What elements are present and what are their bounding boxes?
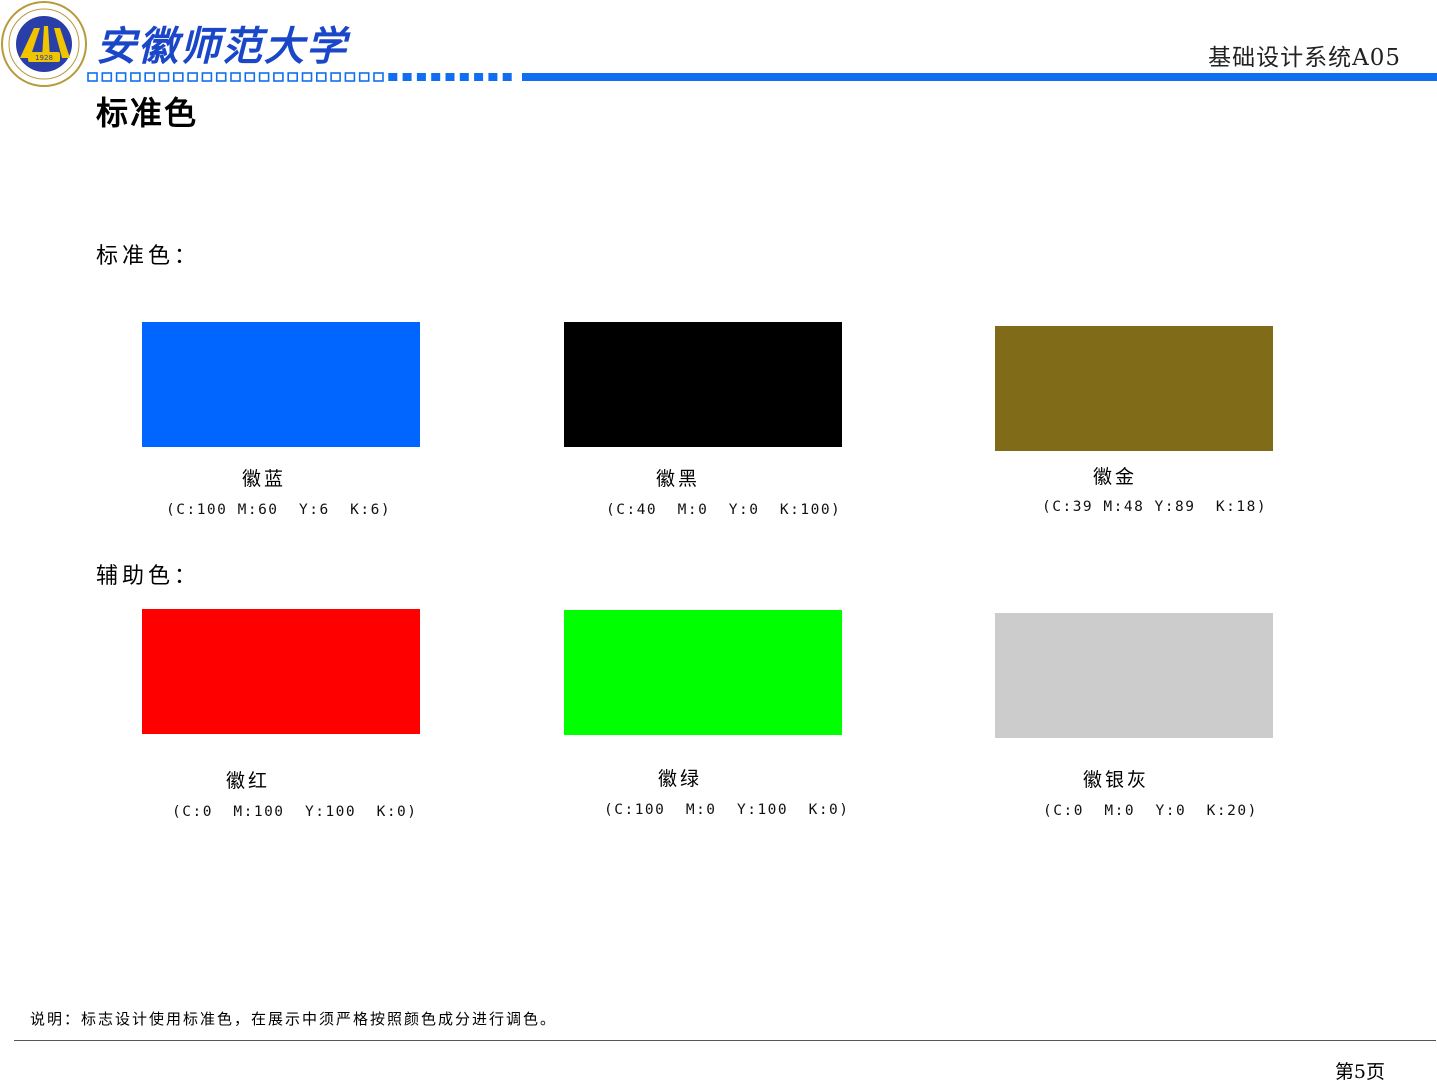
university-name: 安徽师范大学	[96, 23, 348, 70]
band-square	[258, 72, 270, 82]
swatch-hui-green	[564, 610, 842, 735]
band-square	[201, 72, 213, 82]
footer-divider	[14, 1040, 1436, 1041]
band-square	[215, 72, 227, 82]
page-title: 标准色	[96, 94, 199, 132]
band-square	[301, 72, 313, 82]
cmyk-hui-silver-gray: (C:0 M:0 Y:0 K:20)	[1043, 803, 1258, 819]
band-square	[502, 73, 512, 81]
band-square	[488, 73, 498, 81]
band-square	[344, 72, 356, 82]
band-square	[187, 72, 198, 82]
emblem-year: 1928	[35, 54, 53, 62]
band-square	[287, 72, 299, 82]
band-square	[130, 72, 141, 82]
secondary-colors-heading: 辅助色：	[96, 564, 201, 589]
color-name-hui-black: 徽黑	[656, 468, 701, 490]
cmyk-hui-green: (C:100 M:0 Y:100 K:0)	[604, 802, 850, 818]
footer-note: 说明：标志设计使用标准色，在展示中须严格按照颜色成分进行调色。	[30, 1010, 558, 1028]
primary-colors-heading: 标准色：	[96, 244, 201, 269]
band-square	[416, 73, 426, 81]
color-name-hui-red: 徽红	[226, 770, 271, 792]
band-square	[402, 73, 412, 81]
swatch-hui-red	[142, 609, 420, 734]
cmyk-hui-blue: (C:100 M:60 Y:6 K:6)	[166, 502, 392, 518]
color-name-hui-silver-gray: 徽银灰	[1083, 769, 1150, 791]
band-square	[273, 72, 284, 82]
cmyk-hui-gold: (C:39 M:48 Y:89 K:18)	[1042, 499, 1268, 515]
band-square	[388, 73, 398, 81]
band-square	[244, 72, 256, 82]
cmyk-hui-black: (C:40 M:0 Y:0 K:100)	[606, 502, 842, 518]
band-square	[173, 72, 184, 82]
band-square	[445, 73, 455, 81]
band-square	[315, 72, 327, 82]
band-square	[87, 72, 98, 82]
band-square	[474, 73, 484, 81]
color-name-hui-blue: 徽蓝	[242, 468, 287, 490]
band-square	[101, 72, 113, 82]
cmyk-hui-red: (C:0 M:100 Y:100 K:0)	[172, 804, 418, 820]
band-square	[115, 72, 127, 82]
system-code: 基础设计系统A05	[1208, 45, 1401, 71]
band-square	[373, 72, 384, 82]
swatch-hui-gold	[995, 326, 1273, 451]
header-decorative-band	[87, 72, 1437, 82]
swatch-hui-silver-gray	[995, 613, 1273, 738]
band-square	[358, 72, 370, 82]
band-square	[431, 73, 441, 81]
band-square	[230, 72, 241, 82]
band-square	[158, 72, 170, 82]
color-name-hui-green: 徽绿	[658, 768, 703, 790]
band-square	[330, 72, 341, 82]
swatch-hui-black	[564, 322, 842, 447]
swatch-hui-blue	[142, 322, 420, 447]
band-square	[144, 72, 155, 82]
color-name-hui-gold: 徽金	[1093, 466, 1138, 488]
band-square	[459, 73, 469, 81]
